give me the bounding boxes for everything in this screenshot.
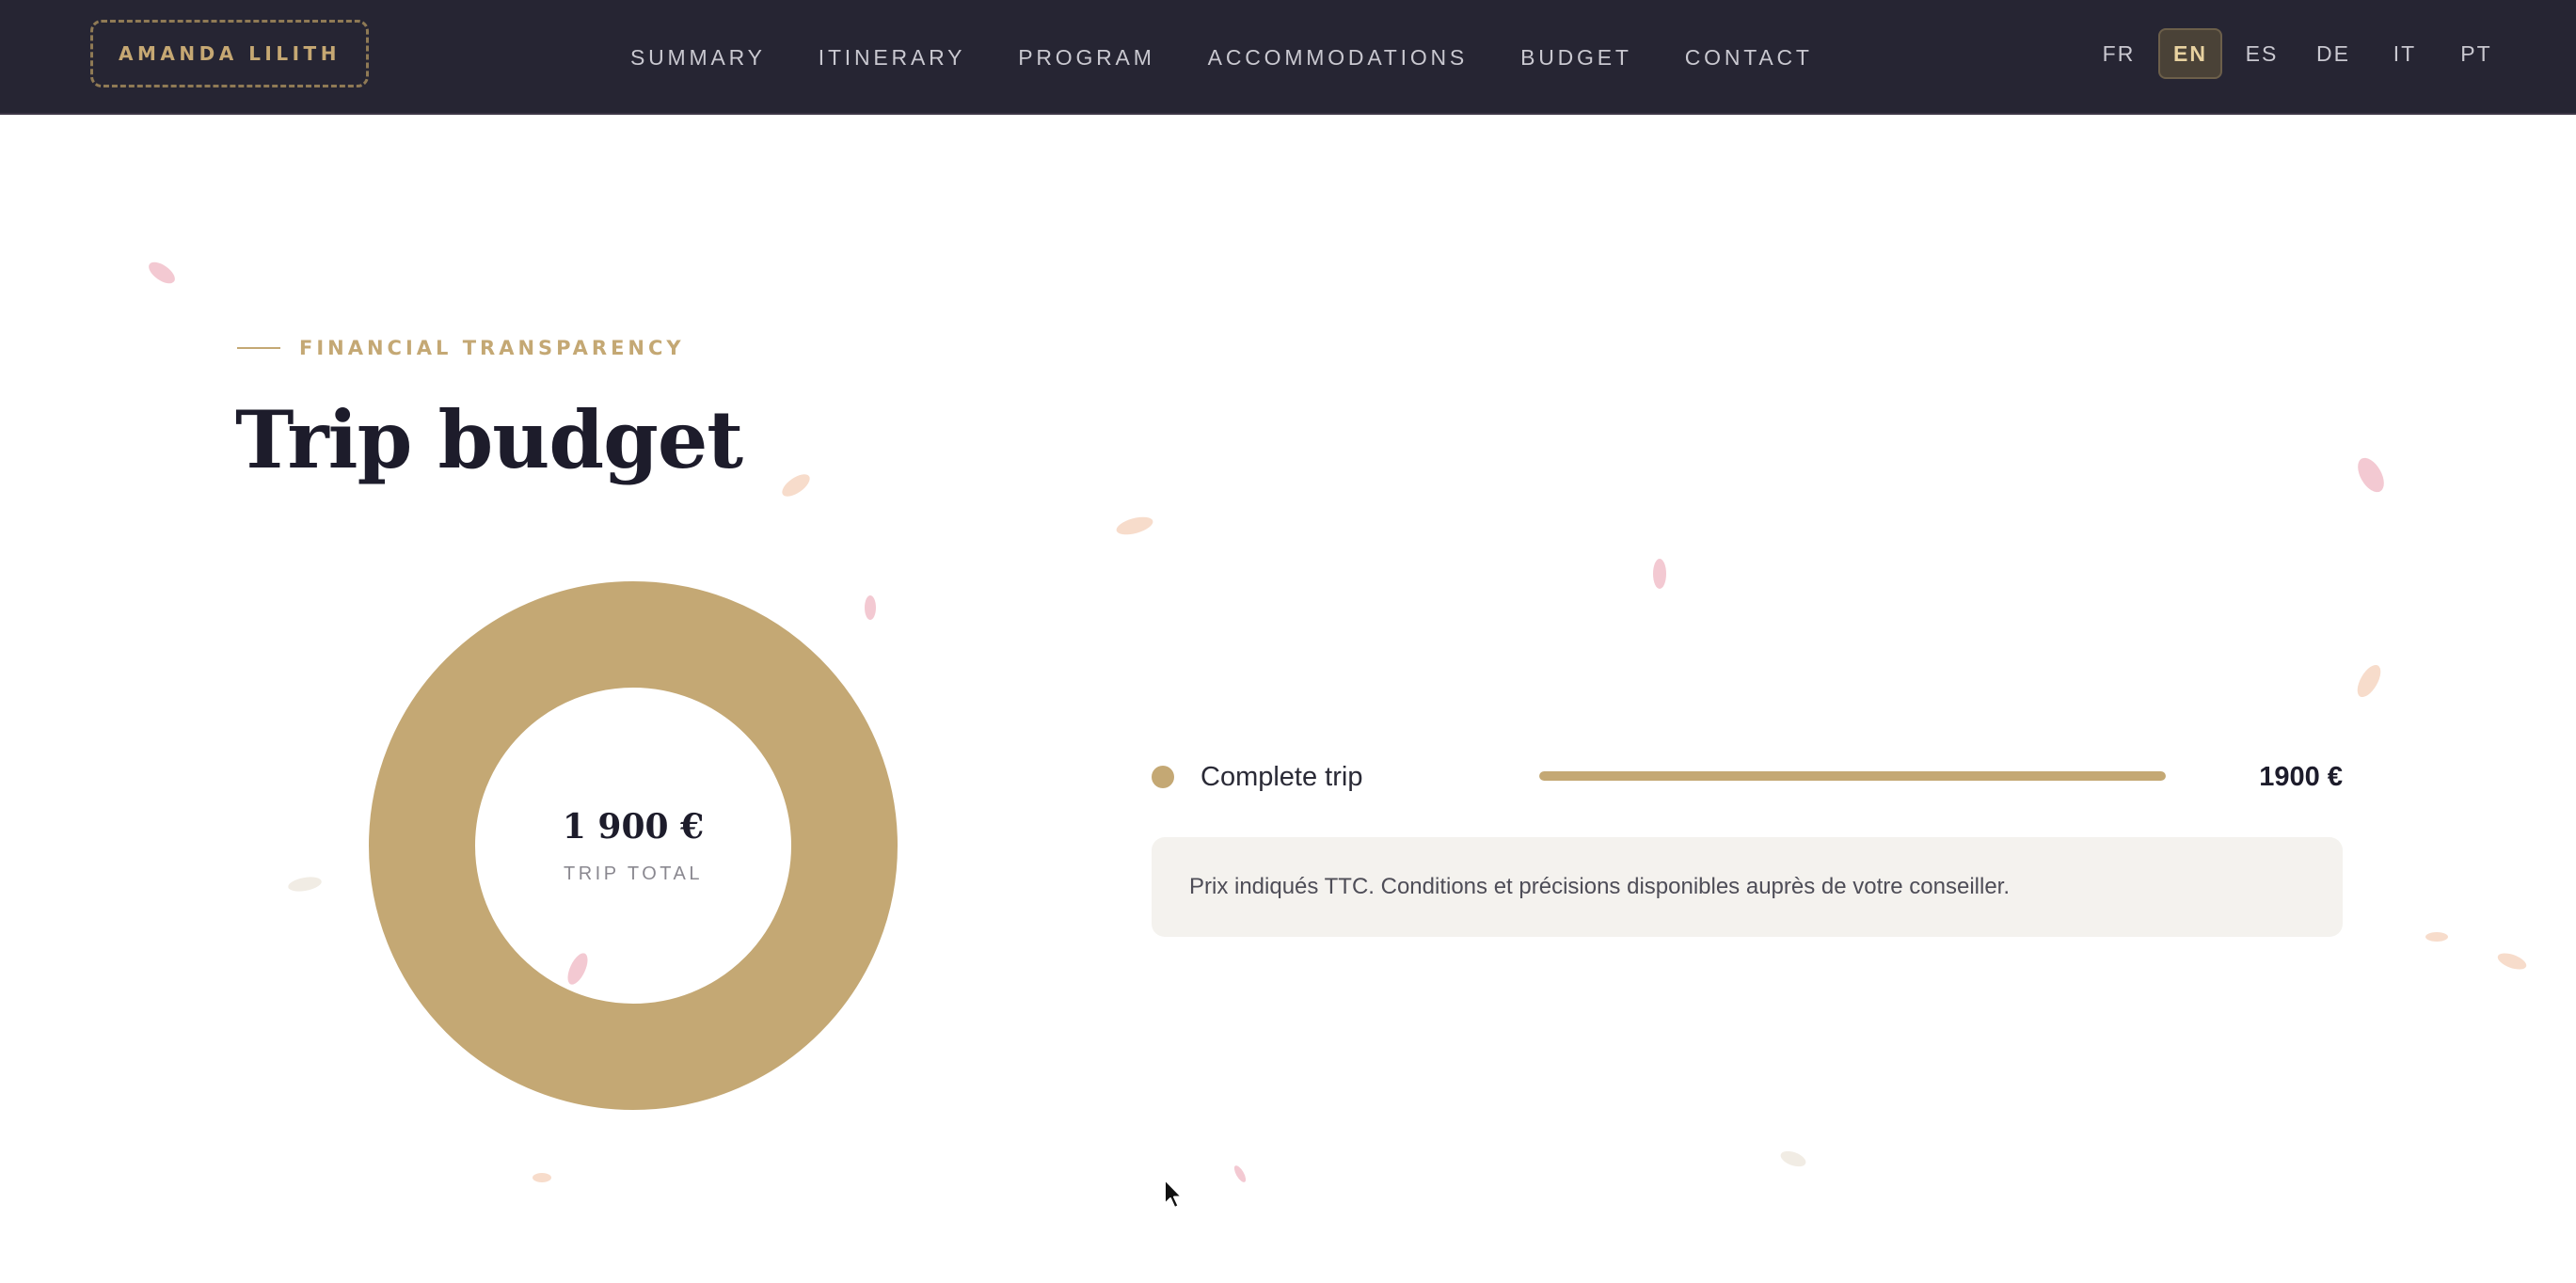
language-de[interactable]: DE: [2301, 28, 2365, 79]
brand-logo[interactable]: AMANDA LILITH: [90, 20, 369, 87]
main-nav: SUMMARY ITINERARY PROGRAM ACCOMMODATIONS…: [630, 0, 1866, 115]
page-title: Trip budget: [235, 393, 743, 486]
nav-link-itinerary[interactable]: ITINERARY: [819, 45, 965, 71]
nav-link-accommodations[interactable]: ACCOMMODATIONS: [1208, 45, 1468, 71]
budget-share-bar: [1539, 771, 2166, 781]
eyebrow-label: FINANCIAL TRANSPARENCY: [299, 337, 685, 359]
petal: [2497, 953, 2527, 970]
petal: [1233, 1165, 1247, 1182]
petal: [533, 1173, 551, 1182]
nav-link-summary[interactable]: SUMMARY: [630, 45, 766, 71]
budget-donut-chart: 1 900 € TRIP TOTAL: [369, 581, 898, 1110]
nav-link-budget[interactable]: BUDGET: [1520, 45, 1632, 71]
section-eyebrow: FINANCIAL TRANSPARENCY: [237, 337, 685, 359]
language-fr[interactable]: FR: [2087, 28, 2151, 79]
petal: [1116, 516, 1153, 535]
nav-link-program[interactable]: PROGRAM: [1018, 45, 1154, 71]
language-pt[interactable]: PT: [2444, 28, 2508, 79]
budget-row-amount: 1900 €: [2259, 762, 2343, 792]
mouse-cursor-icon: [1164, 1179, 1183, 1209]
donut-total-value: 1 900 €: [562, 807, 705, 847]
petal: [149, 261, 175, 284]
petal: [2357, 664, 2381, 698]
budget-row-label: Complete trip: [1201, 762, 1363, 792]
petal: [288, 877, 322, 892]
language-switcher: FR EN ES DE IT PT: [2079, 28, 2508, 79]
pricing-note: Prix indiqués TTC. Conditions et précisi…: [1152, 837, 2343, 937]
nav-link-contact[interactable]: CONTACT: [1685, 45, 1813, 71]
petal: [1780, 1150, 1806, 1167]
language-it[interactable]: IT: [2373, 28, 2437, 79]
eyebrow-divider: [237, 347, 280, 349]
legend-dot: [1152, 766, 1174, 788]
language-es[interactable]: ES: [2230, 28, 2294, 79]
top-navigation-bar: AMANDA LILITH SUMMARY ITINERARY PROGRAM …: [0, 0, 2576, 115]
petal: [1653, 559, 1666, 589]
petal: [782, 474, 810, 497]
language-en[interactable]: EN: [2158, 28, 2222, 79]
petal: [2358, 457, 2384, 493]
budget-row: Complete trip 1900 €: [1152, 752, 2343, 803]
petal: [2425, 932, 2448, 942]
donut-caption: TRIP TOTAL: [564, 863, 703, 884]
budget-share-bar-fill: [1539, 771, 2166, 781]
